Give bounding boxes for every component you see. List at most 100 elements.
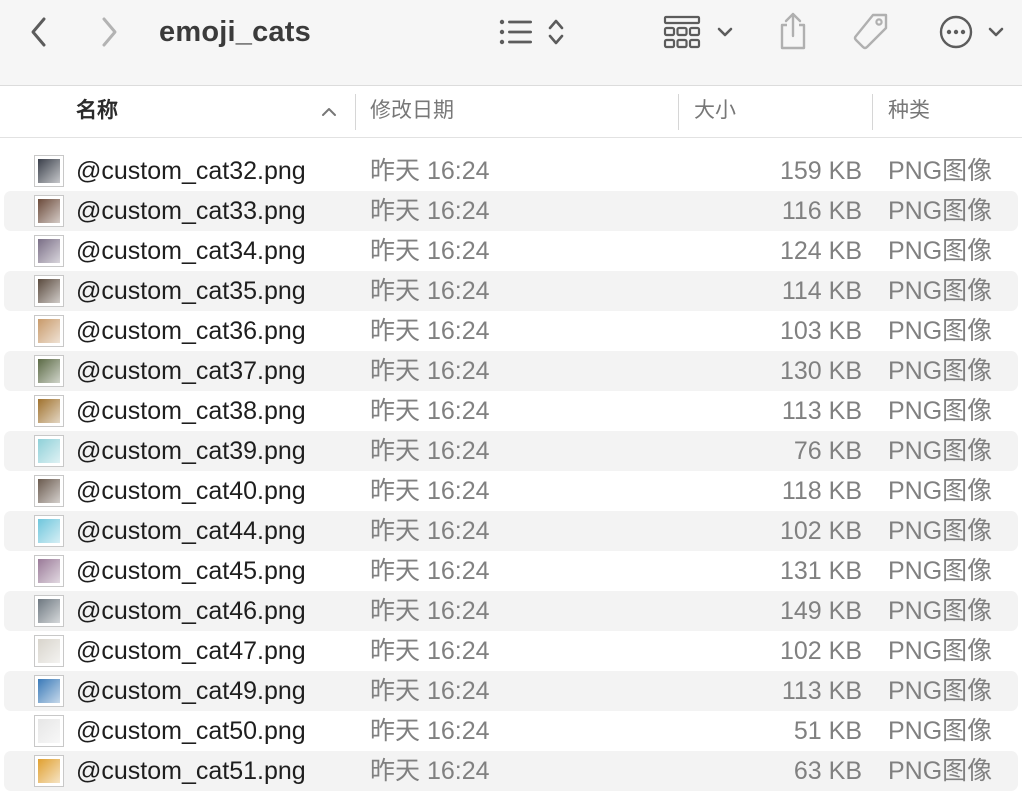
file-size: 116 KB — [781, 197, 862, 225]
file-thumbnail-icon — [34, 435, 64, 467]
more-menu-chevron[interactable] — [982, 14, 1010, 50]
image-preview — [38, 559, 60, 583]
file-thumbnail-icon — [34, 475, 64, 507]
file-date: 昨天 16:24 — [370, 637, 490, 665]
file-row[interactable]: @custom_cat51.png 昨天 16:24 63 KB PNG图像 — [0, 751, 1022, 791]
file-row[interactable]: @custom_cat46.png 昨天 16:24 149 KB PNG图像 — [0, 591, 1022, 631]
file-thumbnail-icon — [34, 395, 64, 427]
file-size: 102 KB — [779, 637, 862, 665]
file-size: 113 KB — [781, 397, 862, 425]
file-date: 昨天 16:24 — [370, 237, 490, 265]
forward-button[interactable] — [92, 14, 126, 50]
file-date: 昨天 16:24 — [370, 717, 490, 745]
column-header-kind[interactable]: 种类 — [888, 86, 930, 138]
file-thumbnail-icon — [34, 555, 64, 587]
file-thumbnail-icon — [34, 275, 64, 307]
image-preview — [38, 319, 60, 343]
file-date: 昨天 16:24 — [370, 357, 490, 385]
column-divider[interactable] — [355, 94, 356, 130]
file-thumbnail-icon — [34, 315, 64, 347]
file-row[interactable]: @custom_cat32.png 昨天 16:24 159 KB PNG图像 — [0, 151, 1022, 191]
file-row[interactable]: @custom_cat40.png 昨天 16:24 118 KB PNG图像 — [0, 471, 1022, 511]
grid-group-icon — [663, 15, 701, 49]
file-kind: PNG图像 — [888, 317, 993, 345]
file-date: 昨天 16:24 — [370, 597, 490, 625]
window-title: emoji_cats — [159, 16, 311, 48]
file-thumbnail-icon — [34, 595, 64, 627]
chevron-left-icon — [31, 17, 46, 47]
file-row[interactable]: @custom_cat33.png 昨天 16:24 116 KB PNG图像 — [0, 191, 1022, 231]
file-size: 130 KB — [779, 357, 862, 385]
file-row[interactable]: @custom_cat45.png 昨天 16:24 131 KB PNG图像 — [0, 551, 1022, 591]
chevron-up-icon — [322, 108, 336, 116]
image-preview — [38, 359, 60, 383]
chevron-down-icon — [988, 27, 1004, 37]
file-name: @custom_cat36.png — [76, 317, 306, 345]
file-kind: PNG图像 — [888, 557, 993, 585]
file-size: 51 KB — [793, 717, 862, 745]
file-name: @custom_cat50.png — [76, 717, 306, 745]
image-preview — [38, 239, 60, 263]
file-row[interactable]: @custom_cat50.png 昨天 16:24 51 KB PNG图像 — [0, 711, 1022, 751]
file-kind: PNG图像 — [888, 397, 993, 425]
file-size: 63 KB — [793, 757, 862, 785]
file-row[interactable]: @custom_cat38.png 昨天 16:24 113 KB PNG图像 — [0, 391, 1022, 431]
file-row[interactable]: @custom_cat44.png 昨天 16:24 102 KB PNG图像 — [0, 511, 1022, 551]
tag-icon — [853, 13, 888, 50]
file-name: @custom_cat47.png — [76, 637, 306, 665]
file-thumbnail-icon — [34, 155, 64, 187]
share-button[interactable] — [772, 8, 814, 54]
column-header-date[interactable]: 修改日期 — [370, 86, 454, 138]
view-options-button[interactable] — [542, 14, 570, 50]
file-kind: PNG图像 — [888, 277, 993, 305]
file-thumbnail-icon — [34, 755, 64, 787]
image-preview — [38, 679, 60, 703]
file-row[interactable]: @custom_cat36.png 昨天 16:24 103 KB PNG图像 — [0, 311, 1022, 351]
file-size: 118 KB — [781, 477, 862, 505]
up-down-chevron-icon — [548, 19, 564, 45]
file-name: @custom_cat35.png — [76, 277, 306, 305]
file-name: @custom_cat49.png — [76, 677, 306, 705]
file-kind: PNG图像 — [888, 677, 993, 705]
list-view-icon — [499, 19, 532, 45]
group-button[interactable] — [660, 12, 704, 52]
view-mode-button[interactable] — [494, 14, 538, 50]
column-header-size[interactable]: 大小 — [694, 86, 736, 138]
ellipsis-circle-icon — [939, 15, 973, 49]
file-row[interactable]: @custom_cat35.png 昨天 16:24 114 KB PNG图像 — [0, 271, 1022, 311]
file-size: 114 KB — [781, 277, 862, 305]
file-date: 昨天 16:24 — [370, 677, 490, 705]
group-menu-chevron[interactable] — [712, 14, 738, 50]
file-row[interactable]: @custom_cat34.png 昨天 16:24 124 KB PNG图像 — [0, 231, 1022, 271]
file-row[interactable]: @custom_cat37.png 昨天 16:24 130 KB PNG图像 — [0, 351, 1022, 391]
file-row[interactable]: @custom_cat49.png 昨天 16:24 113 KB PNG图像 — [0, 671, 1022, 711]
file-kind: PNG图像 — [888, 357, 993, 385]
file-thumbnail-icon — [34, 715, 64, 747]
share-icon — [780, 12, 806, 50]
column-divider[interactable] — [678, 94, 679, 130]
file-date: 昨天 16:24 — [370, 277, 490, 305]
file-row[interactable]: @custom_cat47.png 昨天 16:24 102 KB PNG图像 — [0, 631, 1022, 671]
column-divider[interactable] — [872, 94, 873, 130]
file-date: 昨天 16:24 — [370, 557, 490, 585]
column-header-name[interactable]: 名称 — [76, 86, 118, 138]
more-actions-button[interactable] — [934, 12, 978, 52]
file-name: @custom_cat33.png — [76, 197, 306, 225]
file-row[interactable]: @custom_cat39.png 昨天 16:24 76 KB PNG图像 — [0, 431, 1022, 471]
file-size: 113 KB — [781, 677, 862, 705]
tag-button[interactable] — [848, 10, 894, 54]
file-name: @custom_cat37.png — [76, 357, 306, 385]
file-size: 76 KB — [793, 437, 862, 465]
file-name: @custom_cat44.png — [76, 517, 306, 545]
chevron-right-icon — [102, 17, 117, 47]
file-name: @custom_cat38.png — [76, 397, 306, 425]
file-date: 昨天 16:24 — [370, 197, 490, 225]
file-size: 131 KB — [779, 557, 862, 585]
back-button[interactable] — [22, 14, 56, 50]
file-date: 昨天 16:24 — [370, 757, 490, 785]
file-kind: PNG图像 — [888, 597, 993, 625]
sort-ascending-indicator[interactable] — [318, 102, 340, 122]
image-preview — [38, 599, 60, 623]
file-date: 昨天 16:24 — [370, 397, 490, 425]
file-name: @custom_cat40.png — [76, 477, 306, 505]
